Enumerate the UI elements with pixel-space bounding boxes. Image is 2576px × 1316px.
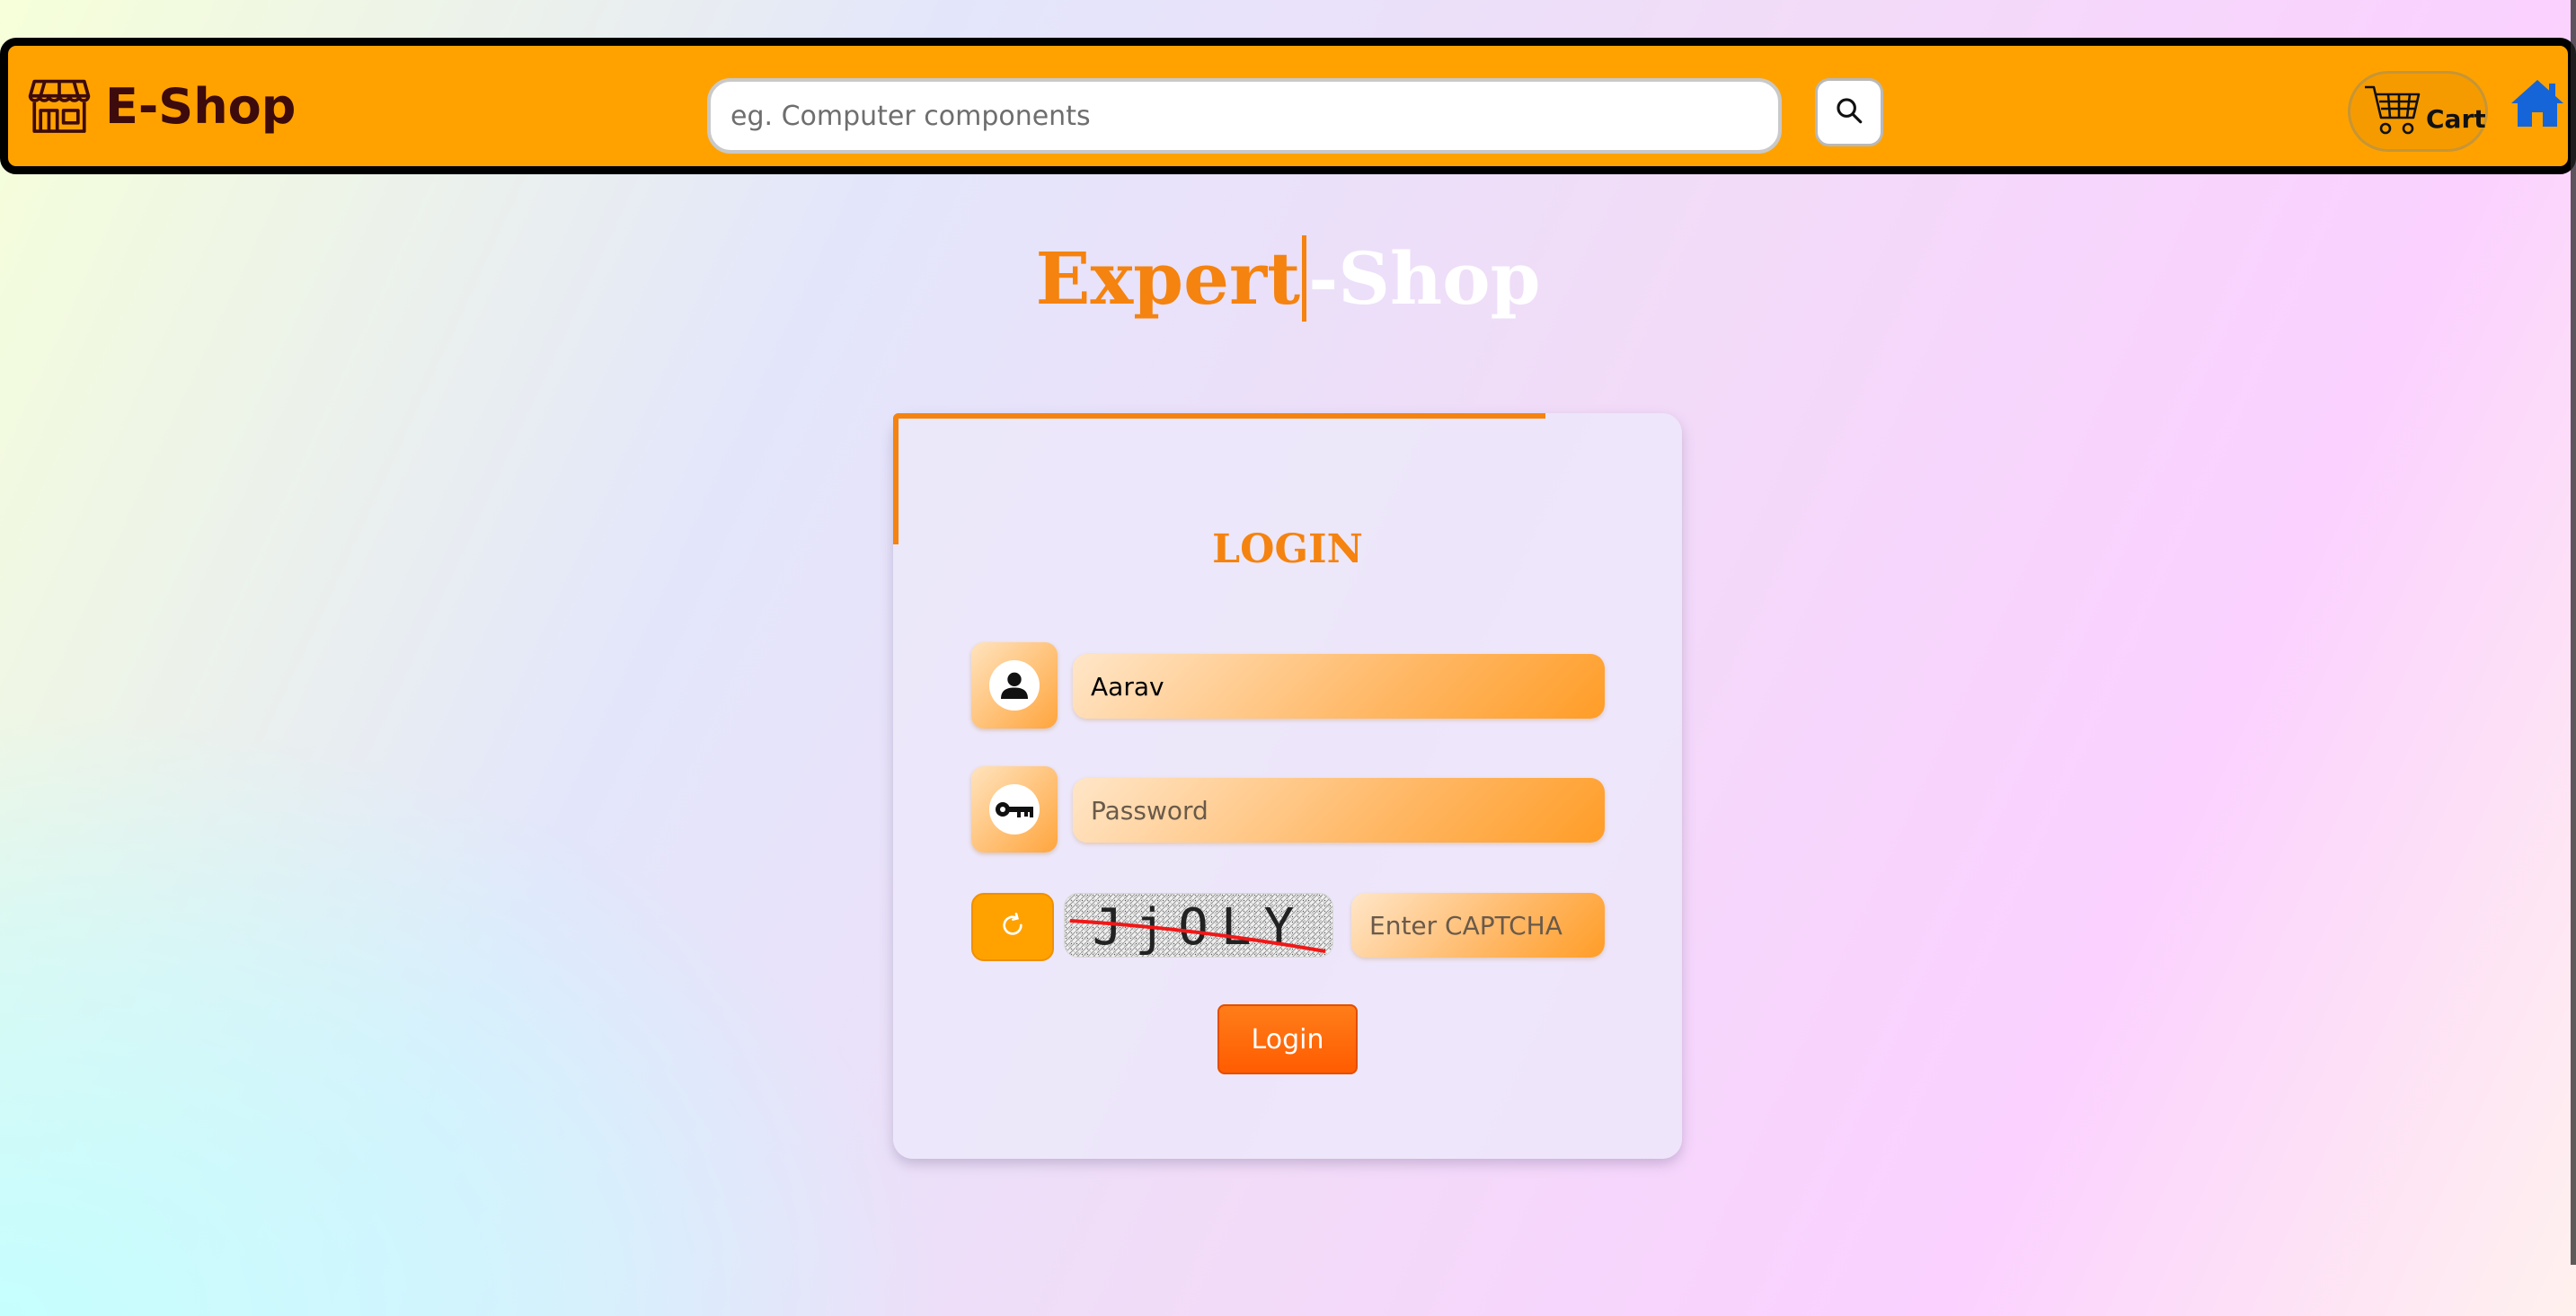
- shop-icon: [26, 71, 93, 141]
- top-navbar: E-Shop Cart: [0, 38, 2576, 174]
- search-input[interactable]: [707, 78, 1782, 154]
- cart-icon: [2363, 82, 2422, 141]
- scrollbar[interactable]: [2571, 0, 2576, 1265]
- search-button[interactable]: [1815, 78, 1883, 146]
- login-card: LOGIN Aarav JjOLY Enter CAPTCHA Login: [893, 413, 1682, 1159]
- login-title: LOGIN: [1212, 526, 1363, 572]
- login-button[interactable]: Login: [1217, 1004, 1358, 1074]
- site-logo[interactable]: E-Shop: [26, 71, 296, 141]
- home-icon: [2510, 80, 2565, 134]
- home-button[interactable]: [2510, 76, 2565, 130]
- captcha-image: JjOLY: [1064, 893, 1333, 958]
- brand-heading: Expert -Shop: [0, 235, 2576, 322]
- captcha-field[interactable]: [1351, 893, 1605, 958]
- user-icon: [989, 660, 1040, 711]
- cart-label: Cart: [2426, 103, 2486, 134]
- card-left-accent: [893, 413, 899, 544]
- password-icon-box: [971, 766, 1058, 852]
- cart-button[interactable]: Cart: [2348, 71, 2488, 152]
- search-icon: [1834, 95, 1864, 129]
- username-field[interactable]: [1073, 654, 1605, 719]
- captcha-text: JjOLY: [1093, 898, 1307, 957]
- brand-right-text: -Shop: [1308, 236, 1541, 321]
- username-icon-box: [971, 642, 1058, 729]
- key-icon: [989, 784, 1040, 835]
- captcha-refresh-button[interactable]: [971, 893, 1054, 961]
- password-field[interactable]: [1073, 778, 1605, 843]
- typing-cursor: [1302, 235, 1307, 322]
- brand-left-text: Expert: [1035, 236, 1301, 321]
- card-top-accent: [893, 413, 1545, 419]
- refresh-icon: [998, 911, 1027, 943]
- logo-text: E-Shop: [105, 77, 297, 135]
